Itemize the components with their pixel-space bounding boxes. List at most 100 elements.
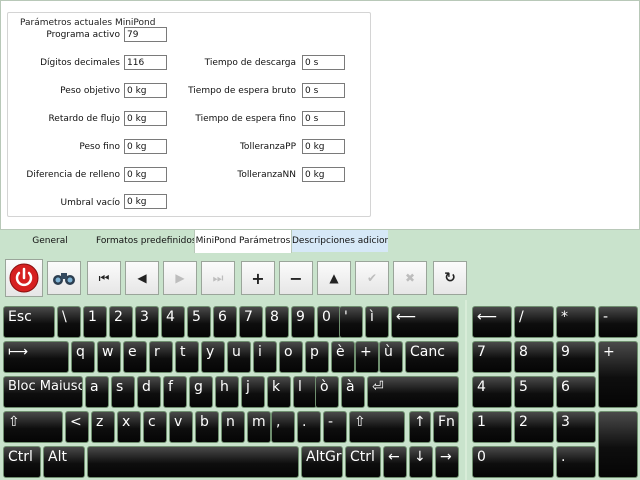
first-record-button[interactable]: ⏮ [87,261,121,295]
tab-formatos-predefinidos[interactable]: Formatos predefinidos [96,230,194,252]
key-canc[interactable]: Canc [405,341,459,373]
key-period[interactable]: . [297,411,321,443]
numpad-3[interactable]: 3 [556,411,596,443]
key-2[interactable]: 2 [109,306,133,338]
add-button[interactable]: + [241,261,275,295]
key-6[interactable]: 6 [213,306,237,338]
search-button[interactable] [47,261,81,295]
prev-record-button[interactable]: ◀ [125,261,159,295]
next-record-button[interactable]: ▶ [163,261,197,295]
field-peso-objetivo[interactable]: 0 kg [124,83,167,98]
key-5[interactable]: 5 [187,306,211,338]
key-less-than[interactable]: < [65,411,89,443]
tab-general[interactable]: General [4,230,96,252]
key-b[interactable]: b [195,411,219,443]
key-space[interactable] [87,446,299,478]
key-x[interactable]: x [117,411,141,443]
key-9[interactable]: 9 [291,306,315,338]
key-fn[interactable]: Fn [433,411,459,443]
key-ctrl-right[interactable]: Ctrl [345,446,381,478]
field-umbral-vacio[interactable]: 0 kg [124,194,167,209]
field-tolleranza-nn[interactable]: 0 kg [302,167,345,182]
numpad-multiply[interactable]: * [556,306,596,338]
key-comma[interactable]: , [271,411,295,443]
numpad-minus[interactable]: - [598,306,638,338]
key-o-grave[interactable]: ò [315,376,339,408]
key-shift-left[interactable]: ⇧ [3,411,63,443]
key-q[interactable]: q [71,341,95,373]
key-i[interactable]: i [253,341,277,373]
numpad-6[interactable]: 6 [556,376,596,408]
key-r[interactable]: r [149,341,173,373]
field-peso-fino[interactable]: 0 kg [124,139,167,154]
numpad-divide[interactable]: / [514,306,554,338]
numpad-backspace[interactable]: ⟵ [472,306,512,338]
key-8[interactable]: 8 [265,306,289,338]
numpad-decimal[interactable]: . [556,446,596,478]
key-7[interactable]: 7 [239,306,263,338]
key-caps-lock[interactable]: Bloc Maiusc [3,376,83,408]
key-apostrophe[interactable]: ' [339,306,363,338]
field-tiempo-descarga[interactable]: 0 s [302,55,345,70]
key-altgr[interactable]: AltGr [301,446,343,478]
key-e-grave[interactable]: è [331,341,355,373]
key-arrow-down[interactable]: ↓ [409,446,433,478]
key-arrow-right[interactable]: → [435,446,459,478]
field-diferencia-relleno[interactable]: 0 kg [124,167,167,182]
key-w[interactable]: w [97,341,121,373]
key-esc[interactable]: Esc [3,306,55,338]
key-0[interactable]: 0 [317,306,341,338]
numpad-2[interactable]: 2 [514,411,554,443]
key-a[interactable]: a [85,376,109,408]
key-y[interactable]: y [201,341,225,373]
key-s[interactable]: s [111,376,135,408]
key-plus[interactable]: + [355,341,379,373]
key-1[interactable]: 1 [83,306,107,338]
key-f[interactable]: f [163,376,187,408]
key-backslash[interactable]: \ [57,306,81,338]
key-minus[interactable]: - [323,411,347,443]
field-espera-bruto[interactable]: 0 s [302,83,345,98]
key-ctrl-left[interactable]: Ctrl [3,446,41,478]
field-digitos-decimales[interactable]: 116 [124,55,167,70]
key-h[interactable]: h [215,376,239,408]
key-p[interactable]: p [305,341,329,373]
numpad-plus[interactable]: + [598,341,638,408]
power-button[interactable] [5,259,43,297]
numpad-8[interactable]: 8 [514,341,554,373]
field-programa-activo[interactable]: 79 [124,27,167,42]
numpad-4[interactable]: 4 [472,376,512,408]
key-v[interactable]: v [169,411,193,443]
key-z[interactable]: z [91,411,115,443]
key-tab[interactable]: ⟼ [3,341,69,373]
key-n[interactable]: n [221,411,245,443]
numpad-7[interactable]: 7 [472,341,512,373]
key-a-grave[interactable]: à [341,376,365,408]
tab-descripciones-adicionales[interactable]: Descripciones adicionales [292,230,388,252]
key-m[interactable]: m [247,411,271,443]
remove-button[interactable]: − [279,261,313,295]
key-c[interactable]: c [143,411,167,443]
cancel-button[interactable]: ✖ [393,261,427,295]
refresh-button[interactable]: ↻ [433,261,467,295]
field-tolleranza-pp[interactable]: 0 kg [302,139,345,154]
key-g[interactable]: g [189,376,213,408]
key-4[interactable]: 4 [161,306,185,338]
numpad-enter[interactable] [598,411,638,478]
key-k[interactable]: k [267,376,291,408]
key-j[interactable]: j [241,376,265,408]
confirm-button[interactable]: ✔ [355,261,389,295]
key-3[interactable]: 3 [135,306,159,338]
key-alt[interactable]: Alt [43,446,85,478]
numpad-9[interactable]: 9 [556,341,596,373]
numpad-1[interactable]: 1 [472,411,512,443]
field-espera-fino[interactable]: 0 s [302,111,345,126]
key-l[interactable]: l [293,376,317,408]
key-arrow-left[interactable]: ← [383,446,407,478]
key-i-grave[interactable]: ì [365,306,389,338]
key-backspace[interactable]: ⟵ [391,306,459,338]
key-enter[interactable]: ⏎ [367,376,459,408]
tab-minipond-parametros[interactable]: MiniPond Parámetros [194,229,292,253]
field-retardo-flujo[interactable]: 0 kg [124,111,167,126]
key-arrow-up[interactable]: ↑ [409,411,431,443]
